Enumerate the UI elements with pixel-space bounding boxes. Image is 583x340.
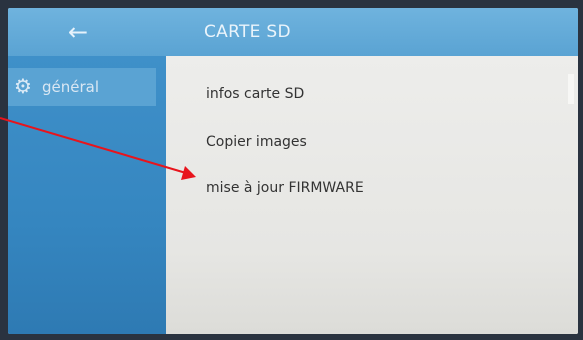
arrow-left-icon: ←: [67, 18, 89, 46]
photo-frame: ← CARTE SD ⚙ général infos carte SD Copi…: [0, 0, 583, 340]
page-title: CARTE SD: [204, 22, 291, 42]
sidebar-item-label: général: [42, 78, 100, 96]
scroll-indicator: [568, 74, 574, 104]
top-bar: ← CARTE SD: [8, 8, 578, 56]
sidebar-item-general[interactable]: ⚙ général: [8, 68, 156, 106]
sidebar: ⚙ général: [8, 56, 166, 334]
device-screen: ← CARTE SD ⚙ général infos carte SD Copi…: [8, 8, 578, 334]
menu-item-copier-images[interactable]: Copier images: [206, 134, 307, 150]
menu-panel: infos carte SD Copier images mise à jour…: [166, 56, 578, 334]
back-button[interactable]: ←: [56, 14, 100, 50]
menu-item-firmware-update[interactable]: mise à jour FIRMWARE: [206, 180, 364, 196]
gear-icon: ⚙: [14, 74, 32, 98]
menu-item-infos-carte-sd[interactable]: infos carte SD: [206, 86, 304, 102]
